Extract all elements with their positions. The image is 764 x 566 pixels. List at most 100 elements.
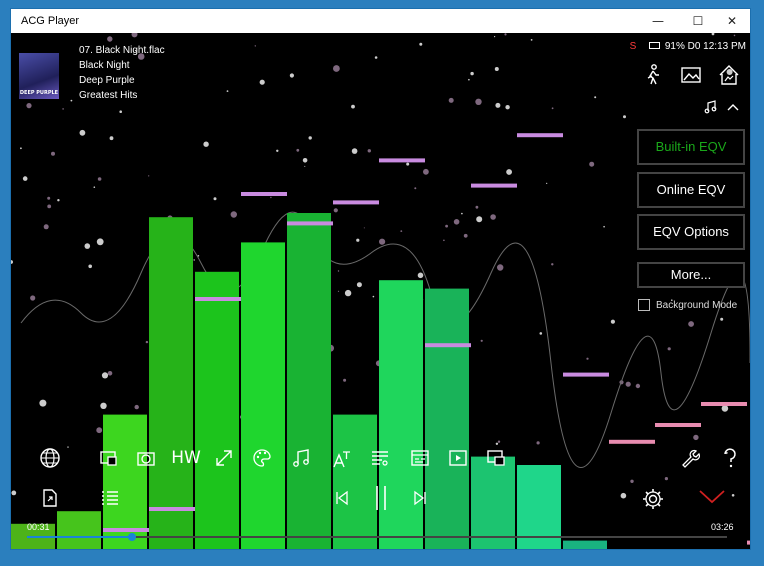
close-button[interactable]: ✕ <box>712 9 750 33</box>
status-indicator: S <box>629 41 637 52</box>
app-window: ACG Player — ☐ ✕ DEEP PURPLE 07. Black N… <box>10 8 751 550</box>
video-window-icon[interactable] <box>445 445 471 471</box>
particle <box>213 197 217 201</box>
subtitle-window-icon[interactable] <box>407 445 433 471</box>
particle <box>79 129 86 136</box>
image-icon[interactable] <box>679 63 707 89</box>
particle <box>109 136 114 141</box>
pause-button[interactable] <box>369 483 393 513</box>
spectrum-peak <box>241 192 287 196</box>
particle <box>11 260 13 264</box>
particle <box>664 477 669 481</box>
particle <box>296 148 300 152</box>
spectrum-bar <box>241 242 285 549</box>
particle <box>504 33 507 36</box>
font-size-icon[interactable] <box>329 445 355 471</box>
particle <box>445 224 448 228</box>
globe-icon[interactable] <box>37 445 63 471</box>
track-info: 07. Black Night.flac Black Night Deep Pu… <box>79 43 165 103</box>
particle <box>406 162 410 166</box>
particle <box>308 136 312 140</box>
status-area: S 91% D0 12:13 PM <box>630 41 746 52</box>
hw-decode-button[interactable]: HW <box>169 445 203 471</box>
eqv-options-button[interactable]: EQV Options <box>637 214 745 250</box>
seek-thumb[interactable] <box>128 533 136 541</box>
background-mode-option[interactable]: Background Mode <box>638 299 737 311</box>
particle <box>490 214 496 220</box>
particle <box>148 175 150 177</box>
particle <box>494 67 499 71</box>
seek-bar-fill <box>27 536 132 538</box>
settings-gear-icon[interactable] <box>639 485 667 513</box>
walking-person-icon[interactable] <box>641 63 669 89</box>
particle <box>30 295 36 301</box>
battery-icon <box>649 42 661 49</box>
particle <box>289 73 294 78</box>
particle <box>372 295 375 298</box>
album-art[interactable]: DEEP PURPLE <box>19 53 59 99</box>
particle <box>96 238 104 246</box>
particle <box>468 78 470 81</box>
particle <box>379 238 386 245</box>
minimize-button[interactable]: — <box>638 9 678 33</box>
title-bar: ACG Player — ☐ ✕ <box>11 9 750 33</box>
palette-icon[interactable] <box>249 445 275 471</box>
chevron-up-icon[interactable] <box>725 99 741 115</box>
particle <box>203 141 209 147</box>
help-icon[interactable] <box>717 445 743 471</box>
particle <box>374 56 378 59</box>
particle <box>475 205 479 209</box>
spectrum-peak <box>655 423 701 427</box>
track-artist: Deep Purple <box>79 75 135 86</box>
particle <box>586 357 589 360</box>
particle <box>11 490 17 496</box>
background-mode-label: Background Mode <box>656 299 738 311</box>
particle <box>270 196 272 199</box>
particle <box>51 151 55 156</box>
more-button[interactable]: More... <box>637 262 745 288</box>
spectrum-bar <box>195 271 239 549</box>
particle <box>476 216 483 223</box>
particle <box>43 224 49 230</box>
online-eqv-button[interactable]: Online EQV <box>637 172 745 208</box>
particle <box>84 243 91 249</box>
camera-icon[interactable] <box>133 445 159 471</box>
album-art-text: DEEP PURPLE <box>19 90 59 96</box>
particle <box>145 340 149 344</box>
spectrum-bar <box>333 414 377 549</box>
seek-bar[interactable] <box>27 533 727 541</box>
background-mode-checkbox[interactable] <box>638 299 650 311</box>
lyrics-list-icon[interactable] <box>367 445 393 471</box>
music-notes-icon[interactable] <box>289 445 315 471</box>
collapse-chevron-icon[interactable] <box>697 485 727 509</box>
particle <box>62 108 64 110</box>
particle <box>100 402 107 409</box>
next-track-icon[interactable] <box>409 487 431 509</box>
home-image-icon[interactable] <box>717 63 745 89</box>
particle <box>731 494 735 497</box>
particle <box>603 225 605 228</box>
fullscreen-expand-icon[interactable] <box>211 445 237 471</box>
particle <box>463 233 468 238</box>
particle <box>344 289 352 297</box>
music-note-icon[interactable] <box>703 99 719 115</box>
particle <box>93 186 96 188</box>
particle <box>461 212 463 215</box>
open-file-icon[interactable] <box>37 485 63 511</box>
builtin-eqv-button[interactable]: Built-in EQV <box>637 129 745 165</box>
particle <box>494 36 496 38</box>
spectrum-peak <box>701 402 747 406</box>
particle <box>417 272 424 279</box>
picture-in-picture-icon[interactable] <box>483 445 509 471</box>
cast-screen-icon[interactable] <box>95 445 121 471</box>
particle <box>419 42 423 46</box>
particle <box>688 321 694 327</box>
particle <box>107 371 113 376</box>
particle <box>70 99 73 102</box>
particle <box>400 230 403 233</box>
playlist-icon[interactable] <box>97 485 123 511</box>
particle <box>302 158 308 163</box>
particle <box>351 148 358 154</box>
wrench-icon[interactable] <box>677 445 703 471</box>
previous-track-icon[interactable] <box>331 487 353 509</box>
